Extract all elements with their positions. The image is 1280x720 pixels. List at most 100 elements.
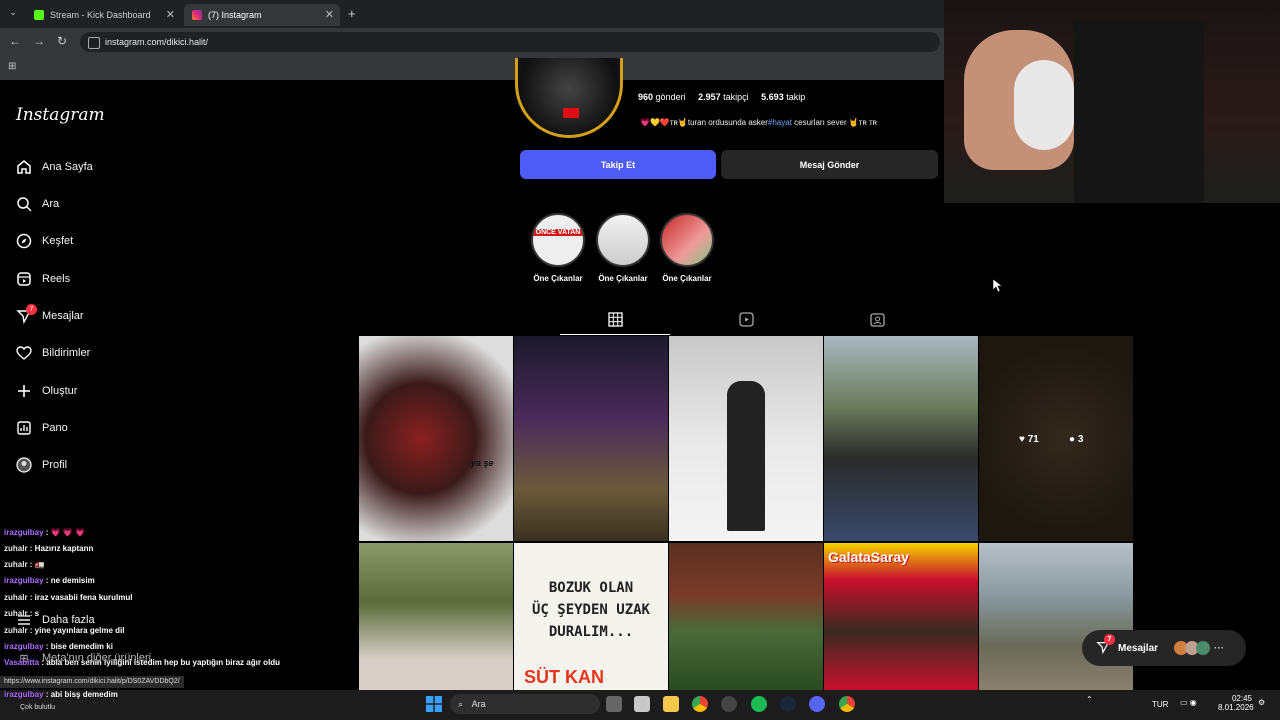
chrome-icon[interactable]: [692, 696, 708, 712]
chat-line: zuhalr : yine yayınlara gelme dil: [4, 626, 125, 635]
taskbar-search[interactable]: ⌕ Ara: [450, 694, 600, 714]
sidebar-item-label: Daha fazla: [42, 614, 95, 626]
post-overlay-text: ya şe: [471, 458, 494, 468]
task-view-icon[interactable]: [606, 696, 622, 712]
sidebar-item-label: Profil: [42, 459, 68, 471]
tab-posts-grid[interactable]: [608, 312, 623, 332]
sidebar-item-label: Keşfet: [42, 235, 74, 247]
chat-line: Vasabitta : abla ben senin iyiliğini ist…: [4, 658, 281, 667]
start-button[interactable]: [426, 696, 442, 717]
post-thumbnail[interactable]: [359, 543, 513, 690]
bio-hashtag[interactable]: #hayat: [768, 118, 792, 127]
tray-overflow-icon[interactable]: ⌃: [1086, 695, 1093, 704]
tab-tagged[interactable]: [870, 312, 885, 332]
messages-label: Mesajlar: [1118, 642, 1159, 654]
discord-icon[interactable]: [809, 696, 825, 712]
chat-line: irazgulbay : 💗 💗 💗: [4, 528, 86, 537]
post-quote: BOZUK OLAN ÜÇ ŞEYDEN UZAK DURALIM...: [531, 580, 650, 640]
chat-line: irazgulbay : abi bisş demedim: [4, 690, 118, 699]
close-tab-icon[interactable]: ✕: [166, 8, 175, 21]
file-explorer-icon[interactable]: [663, 696, 679, 712]
sidebar-item-search[interactable]: Ara: [16, 194, 59, 214]
person-silhouette: [727, 381, 765, 531]
sidebar-item-explore[interactable]: Keşfet: [16, 231, 73, 251]
tab-kick-dashboard[interactable]: Stream - Kick Dashboard ✕: [26, 4, 181, 26]
sidebar-item-profile[interactable]: Profil: [16, 455, 67, 475]
instagram-logo[interactable]: Instagram: [16, 105, 105, 125]
sidebar-item-label: Bildirimler: [42, 347, 91, 359]
highlight-label: Öne Çıkanlar: [533, 274, 583, 283]
site-info-icon[interactable]: [88, 37, 100, 49]
post-thumbnail[interactable]: GalataSaray: [824, 543, 978, 690]
network-volume-icons[interactable]: ▭ ◉: [1180, 698, 1197, 707]
highlight-3[interactable]: [660, 213, 714, 267]
sidebar-item-label: Oluştur: [42, 385, 78, 397]
messages-badge: 7: [1104, 633, 1115, 645]
search-icon: ⌕: [458, 699, 464, 709]
sidebar-item-dashboard[interactable]: Pano: [16, 418, 68, 438]
tab-active-indicator: [560, 334, 670, 335]
post-thumbnail[interactable]: [979, 543, 1133, 690]
chat-line: zuhalr : Hazırız kaptann: [4, 544, 94, 553]
post-thumbnail[interactable]: [514, 336, 668, 541]
reels-icon: [739, 312, 754, 327]
clock-time: 02:45: [1231, 694, 1252, 703]
tab-search-icon[interactable]: ⌄: [6, 7, 20, 21]
sidebar-item-messages[interactable]: 7 Mesajlar: [16, 304, 84, 326]
sidebar-item-create[interactable]: Oluştur: [16, 381, 77, 401]
profile-avatar[interactable]: [515, 58, 623, 138]
profile-bio: 💗💛❤️ᴛʀ🤘turan ordusunda asker#hayat cesur…: [640, 118, 878, 127]
post-thumbnail[interactable]: [669, 543, 823, 690]
chat-line: irazgulbay : ne demisim: [4, 576, 95, 585]
sidebar-item-home[interactable]: Ana Sayfa: [16, 157, 93, 177]
dashboard-icon: [16, 420, 32, 436]
follow-button[interactable]: Takip Et: [520, 150, 716, 179]
tab-title: Stream - Kick Dashboard: [50, 10, 151, 20]
spotify-icon[interactable]: [751, 696, 767, 712]
steam-icon[interactable]: [780, 696, 796, 712]
profile-stats: 960 gönderi 2.957 takipçi 5.693 takip: [638, 92, 805, 102]
weather-widget[interactable]: Çok bulutlu: [20, 704, 55, 711]
more-icon: ···: [1214, 642, 1225, 654]
post-thumbnail[interactable]: BOZUK OLAN ÜÇ ŞEYDEN UZAK DURALIM... SÜT…: [514, 543, 668, 690]
tab-reels[interactable]: [739, 312, 754, 332]
sidebar-item-reels[interactable]: Reels: [16, 269, 70, 289]
reload-icon[interactable]: ↻: [57, 34, 67, 48]
chat-line: zuhalr : s: [4, 609, 40, 618]
back-icon[interactable]: ←: [9, 34, 21, 48]
sidebar-item-label: Pano: [42, 422, 68, 434]
apps-grid-icon[interactable]: ⊞: [8, 61, 16, 72]
post-banner-text: GalataSaray: [828, 549, 909, 565]
post-thumbnail[interactable]: ya şe: [359, 336, 513, 541]
followers-count[interactable]: 2.957 takipçi: [698, 92, 749, 102]
highlight-1[interactable]: ÖNCE VATAN: [531, 213, 585, 267]
plus-icon: [16, 383, 32, 399]
store-icon[interactable]: [634, 696, 650, 712]
chrome-active-icon[interactable]: [839, 696, 855, 712]
post-thumbnail[interactable]: ♥ 71 ● 3: [979, 336, 1133, 541]
address-bar[interactable]: instagram.com/dikici.halit/: [80, 32, 940, 52]
obs-icon[interactable]: [721, 696, 737, 712]
clock[interactable]: 02:45 8.01.2026: [1218, 694, 1254, 712]
following-count[interactable]: 5.693 takip: [761, 92, 805, 102]
notifications-icon[interactable]: ⚙: [1258, 698, 1265, 707]
heart-filled-icon: ♥: [1019, 434, 1025, 445]
post-quote-accent: SÜT KAN: [524, 667, 604, 687]
close-tab-icon[interactable]: ✕: [325, 8, 334, 21]
profile-icon: [16, 457, 32, 473]
sidebar-item-notifications[interactable]: Bildirimler: [16, 343, 90, 363]
highlight-2[interactable]: [596, 213, 650, 267]
highlight-text: ÖNCE VATAN: [533, 229, 583, 236]
message-button[interactable]: Mesaj Gönder: [721, 150, 938, 179]
language-indicator[interactable]: TUR: [1152, 700, 1168, 709]
new-tab-icon[interactable]: +: [348, 6, 356, 21]
messages-floating-button[interactable]: 7 Mesajlar ···: [1082, 630, 1246, 666]
post-thumbnail[interactable]: [669, 336, 823, 541]
avatar-stack: [1174, 641, 1211, 655]
clock-date: 8.01.2026: [1218, 703, 1254, 712]
forward-icon[interactable]: →: [33, 34, 45, 48]
instagram-favicon-icon: [192, 10, 202, 20]
tab-instagram[interactable]: (7) Instagram ✕: [184, 4, 340, 26]
flag-icon: [563, 108, 579, 118]
post-thumbnail[interactable]: [824, 336, 978, 541]
